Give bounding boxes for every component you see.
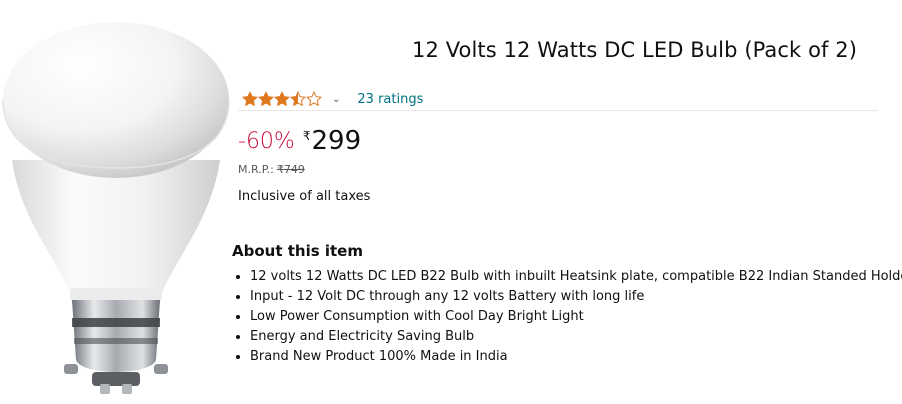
led-bulb-image [2, 22, 230, 394]
currency-symbol: ₹ [302, 129, 311, 143]
divider [238, 110, 878, 111]
tax-note: Inclusive of all taxes [238, 189, 371, 204]
mrp: M.R.P.: ₹749 [238, 163, 305, 176]
list-item: 12 volts 12 Watts DC LED B22 Bulb with i… [250, 267, 902, 287]
star-icon [242, 91, 258, 107]
ratings-count-link[interactable]: 23 ratings [357, 92, 423, 107]
about-heading: About this item [232, 242, 363, 260]
chevron-down-icon[interactable]: ⌄ [332, 94, 340, 105]
discount-percent: -60% [238, 129, 295, 154]
product-title: 12 Volts 12 Watts DC LED Bulb (Pack of 2… [412, 38, 858, 62]
rating-row[interactable]: ⌄ 23 ratings [242, 88, 423, 110]
list-item: Input - 12 Volt DC through any 12 volts … [250, 287, 902, 307]
about-bullets: 12 volts 12 Watts DC LED B22 Bulb with i… [232, 267, 902, 367]
list-item: Energy and Electricity Saving Bulb [250, 327, 902, 347]
star-rating[interactable] [242, 91, 322, 107]
star-icon [274, 91, 290, 107]
price-value: 299 [311, 126, 362, 156]
list-item: Brand New Product 100% Made in India [250, 347, 902, 367]
mrp-value: ₹749 [276, 163, 305, 176]
star-icon [258, 91, 274, 107]
mrp-label: M.R.P.: [238, 163, 274, 176]
list-item: Low Power Consumption with Cool Day Brig… [250, 307, 902, 327]
star-icon [306, 91, 322, 107]
price-row: -60% ₹ 299 [238, 126, 361, 156]
star-icon [290, 91, 306, 107]
